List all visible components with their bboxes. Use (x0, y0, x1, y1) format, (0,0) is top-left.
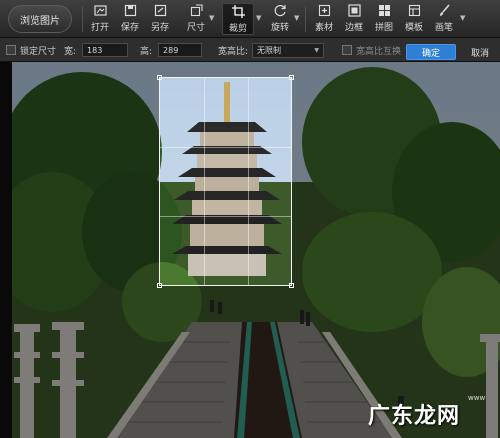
watermark-url: www (468, 394, 486, 402)
brush-label: 画笔 (434, 23, 453, 33)
crop-gridline (160, 147, 291, 148)
swap-ratio-checkbox[interactable] (342, 45, 352, 55)
ratio-value: 无限制 (257, 45, 282, 55)
toolbar-divider (82, 6, 83, 32)
rotate-icon (273, 3, 287, 17)
collage-button[interactable]: 拼图 (370, 3, 398, 35)
rotate-button[interactable]: 旋转 (266, 3, 294, 35)
ratio-dropdown[interactable]: 无限制 ▼ (252, 42, 325, 58)
lock-size-checkbox[interactable] (6, 45, 16, 55)
crop-handle-bottom-right[interactable] (289, 283, 294, 288)
resize-label: 尺寸 (186, 23, 205, 33)
brush-dropdown-caret[interactable]: ▼ (460, 14, 465, 22)
resize-dropdown-caret[interactable]: ▼ (209, 14, 214, 22)
resize-button[interactable]: 尺寸 (182, 3, 210, 35)
crop-mask-left (0, 77, 159, 286)
crop-icon (231, 4, 245, 18)
cancel-button[interactable]: 取消 (468, 44, 492, 60)
save-button[interactable]: 保存 (116, 3, 144, 35)
height-input[interactable]: 289 (158, 43, 203, 57)
crop-mask-top (0, 62, 500, 77)
rotate-dropdown-caret[interactable]: ▼ (294, 14, 299, 22)
template-icon (407, 3, 421, 17)
crop-handle-top-left[interactable] (157, 75, 162, 80)
save-as-label: 另存 (150, 23, 169, 33)
image-canvas[interactable]: 广东龙网 www (0, 62, 500, 438)
material-icon (317, 3, 331, 17)
crop-gridline (248, 78, 249, 285)
swap-ratio-label: 宽高比互换 (356, 46, 402, 57)
toolbar-divider (305, 6, 306, 32)
collage-icon (377, 3, 391, 17)
swap-ratio-option[interactable]: 宽高比互换 (342, 38, 401, 62)
open-icon (93, 3, 107, 17)
chevron-down-icon: ▼ (314, 46, 320, 54)
template-button[interactable]: 模板 (400, 3, 428, 35)
main-toolbar: 浏览图片 打开 保存 另存 尺寸 ▼ 裁剪 ▼ 旋转 ▼ 素材 边框 拼图 模板… (0, 0, 500, 38)
width-input[interactable]: 183 (82, 43, 129, 57)
ratio-option: 宽高比: 无限制 ▼ (218, 38, 325, 62)
watermark-text: 广东龙网 (368, 404, 461, 429)
save-as-button[interactable]: 另存 (146, 3, 174, 35)
crop-gridline (160, 216, 291, 217)
frame-label: 边框 (344, 23, 363, 33)
frame-icon (347, 3, 361, 17)
crop-selection-box[interactable] (157, 75, 294, 288)
crop-handle-bottom-left[interactable] (157, 283, 162, 288)
collage-label: 拼图 (374, 23, 393, 33)
brush-button[interactable]: 画笔 (430, 3, 458, 35)
crop-mask-right (292, 77, 500, 286)
material-label: 素材 (314, 23, 333, 33)
crop-button[interactable]: 裁剪 (222, 3, 254, 35)
template-label: 模板 (404, 23, 423, 33)
crop-label: 裁剪 (228, 24, 247, 34)
save-label: 保存 (120, 23, 139, 33)
width-option: 宽: 183 (64, 38, 129, 62)
material-button[interactable]: 素材 (310, 3, 338, 35)
save-as-icon (153, 3, 167, 17)
crop-gridline (204, 78, 205, 285)
lock-size-label: 锁定尺寸 (20, 46, 57, 57)
open-label: 打开 (90, 23, 109, 33)
ratio-label: 宽高比: (218, 46, 249, 57)
frame-button[interactable]: 边框 (340, 3, 368, 35)
rotate-label: 旋转 (270, 23, 289, 33)
width-label: 宽: (64, 46, 77, 57)
browse-images-button[interactable]: 浏览图片 (8, 5, 72, 33)
confirm-button[interactable]: 确定 (406, 44, 456, 60)
lock-size-option[interactable]: 锁定尺寸 (6, 38, 56, 62)
height-label: 高: (140, 46, 153, 57)
height-option: 高: 289 (140, 38, 203, 62)
resize-icon (189, 3, 203, 17)
open-button[interactable]: 打开 (86, 3, 114, 35)
crop-dropdown-caret[interactable]: ▼ (256, 14, 261, 22)
crop-handle-top-right[interactable] (289, 75, 294, 80)
save-icon (123, 3, 137, 17)
brush-icon (437, 3, 451, 17)
